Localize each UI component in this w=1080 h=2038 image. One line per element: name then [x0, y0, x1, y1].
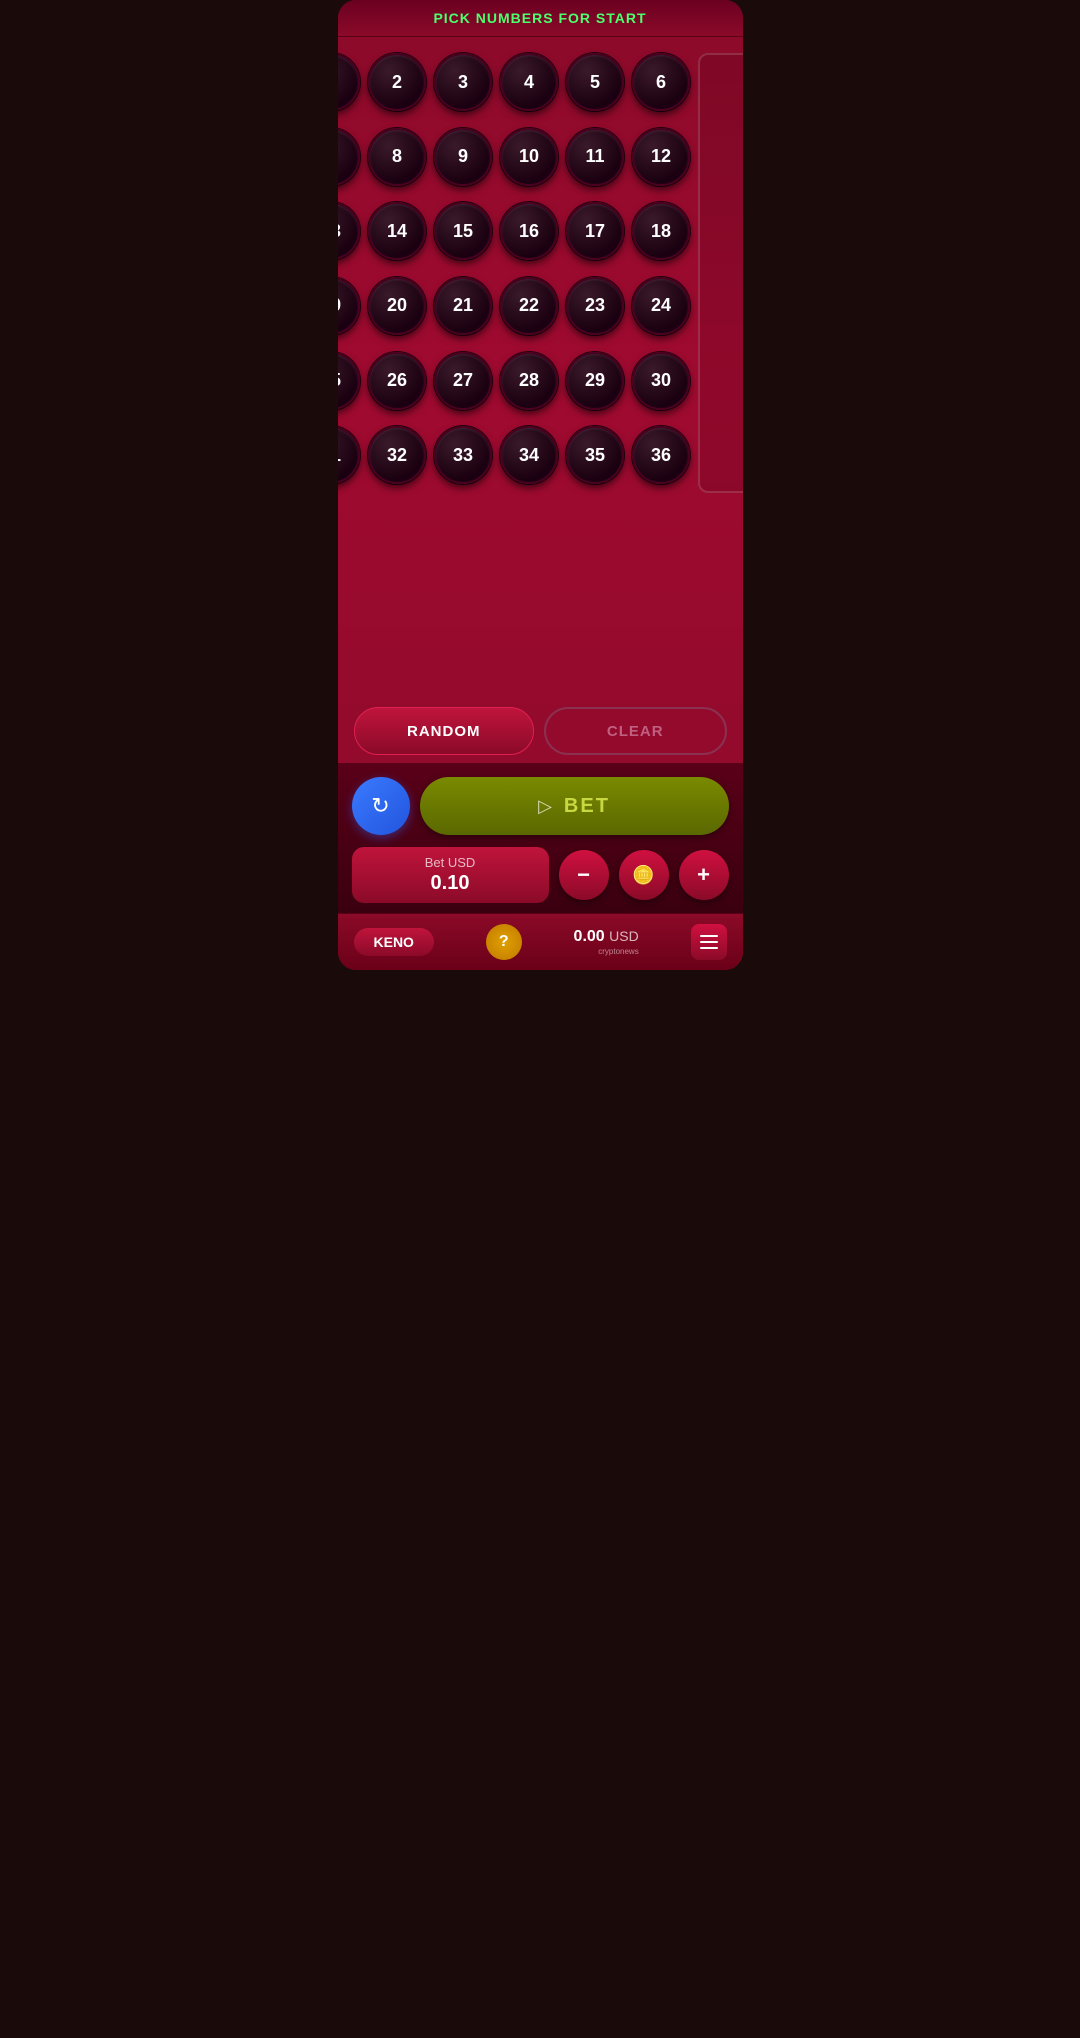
- footer-balance: 0.00 USD cryptonews: [574, 928, 639, 956]
- number-ball-36[interactable]: 36: [632, 426, 690, 484]
- menu-line-3: [700, 947, 718, 949]
- number-ball-14[interactable]: 14: [368, 202, 426, 260]
- side-panel: [698, 53, 743, 493]
- number-ball-27[interactable]: 27: [434, 352, 492, 410]
- number-ball-6[interactable]: 6: [632, 53, 690, 111]
- number-ball-35[interactable]: 35: [566, 426, 624, 484]
- number-ball-32[interactable]: 32: [368, 426, 426, 484]
- menu-line-1: [700, 935, 718, 937]
- menu-button[interactable]: [691, 924, 727, 960]
- numbers-grid: 1234567891011121314151617181920212223242…: [338, 53, 691, 493]
- number-ball-31[interactable]: 31: [338, 426, 361, 484]
- number-ball-18[interactable]: 18: [632, 202, 690, 260]
- number-ball-16[interactable]: 16: [500, 202, 558, 260]
- number-ball-15[interactable]: 15: [434, 202, 492, 260]
- bet-amount-box: Bet USD 0.10: [352, 847, 549, 903]
- number-ball-8[interactable]: 8: [368, 128, 426, 186]
- bet-value: 0.10: [431, 872, 470, 895]
- number-ball-20[interactable]: 20: [368, 277, 426, 335]
- bet-usd-label: Bet USD: [425, 855, 476, 870]
- clear-button[interactable]: CLEAR: [544, 707, 727, 755]
- footer: KENO ? 0.00 USD cryptonews: [338, 913, 743, 970]
- number-ball-24[interactable]: 24: [632, 277, 690, 335]
- balance-amount: 0.00: [574, 928, 605, 945]
- auto-button[interactable]: ↻: [352, 777, 410, 835]
- number-ball-21[interactable]: 21: [434, 277, 492, 335]
- help-button[interactable]: ?: [486, 924, 522, 960]
- number-ball-34[interactable]: 34: [500, 426, 558, 484]
- number-ball-30[interactable]: 30: [632, 352, 690, 410]
- action-buttons: RANDOM CLEAR: [350, 707, 731, 755]
- number-ball-2[interactable]: 2: [368, 53, 426, 111]
- number-ball-17[interactable]: 17: [566, 202, 624, 260]
- stack-icon: 🪙: [632, 865, 654, 886]
- number-ball-23[interactable]: 23: [566, 277, 624, 335]
- controls-area: ↻ ▷ BET Bet USD 0.10 − 🪙 +: [338, 763, 743, 913]
- bet-button[interactable]: ▷ BET: [420, 777, 729, 835]
- play-icon: ▷: [538, 796, 552, 817]
- number-ball-5[interactable]: 5: [566, 53, 624, 111]
- random-button[interactable]: RANDOM: [354, 707, 535, 755]
- number-ball-7[interactable]: 7: [338, 128, 361, 186]
- bet-decrease-button[interactable]: −: [559, 850, 609, 900]
- bet-increase-button[interactable]: +: [679, 850, 729, 900]
- bet-stack-button[interactable]: 🪙: [619, 850, 669, 900]
- number-ball-9[interactable]: 9: [434, 128, 492, 186]
- bet-button-label: BET: [564, 795, 610, 818]
- watermark: cryptonews: [574, 947, 639, 956]
- balance-currency: USD: [609, 928, 639, 944]
- bet-row: ↻ ▷ BET: [352, 777, 729, 835]
- number-ball-1[interactable]: 1: [338, 53, 361, 111]
- app-container: PICK NUMBERS FOR START 12345678910111213…: [338, 0, 743, 970]
- number-ball-4[interactable]: 4: [500, 53, 558, 111]
- number-ball-33[interactable]: 33: [434, 426, 492, 484]
- number-ball-13[interactable]: 13: [338, 202, 361, 260]
- header-title: PICK NUMBERS FOR START: [433, 10, 646, 26]
- auto-icon: ↻: [371, 793, 389, 819]
- number-ball-22[interactable]: 22: [500, 277, 558, 335]
- number-ball-11[interactable]: 11: [566, 128, 624, 186]
- number-ball-12[interactable]: 12: [632, 128, 690, 186]
- number-ball-25[interactable]: 25: [338, 352, 361, 410]
- game-area: 1234567891011121314151617181920212223242…: [338, 37, 743, 691]
- number-ball-26[interactable]: 26: [368, 352, 426, 410]
- numbers-layout: 1234567891011121314151617181920212223242…: [350, 53, 731, 493]
- number-ball-19[interactable]: 19: [338, 277, 361, 335]
- number-ball-3[interactable]: 3: [434, 53, 492, 111]
- bet-amount-row: Bet USD 0.10 − 🪙 +: [352, 847, 729, 903]
- header: PICK NUMBERS FOR START: [338, 0, 743, 37]
- number-ball-28[interactable]: 28: [500, 352, 558, 410]
- menu-line-2: [700, 941, 718, 943]
- number-ball-10[interactable]: 10: [500, 128, 558, 186]
- number-ball-29[interactable]: 29: [566, 352, 624, 410]
- keno-button[interactable]: KENO: [354, 928, 434, 956]
